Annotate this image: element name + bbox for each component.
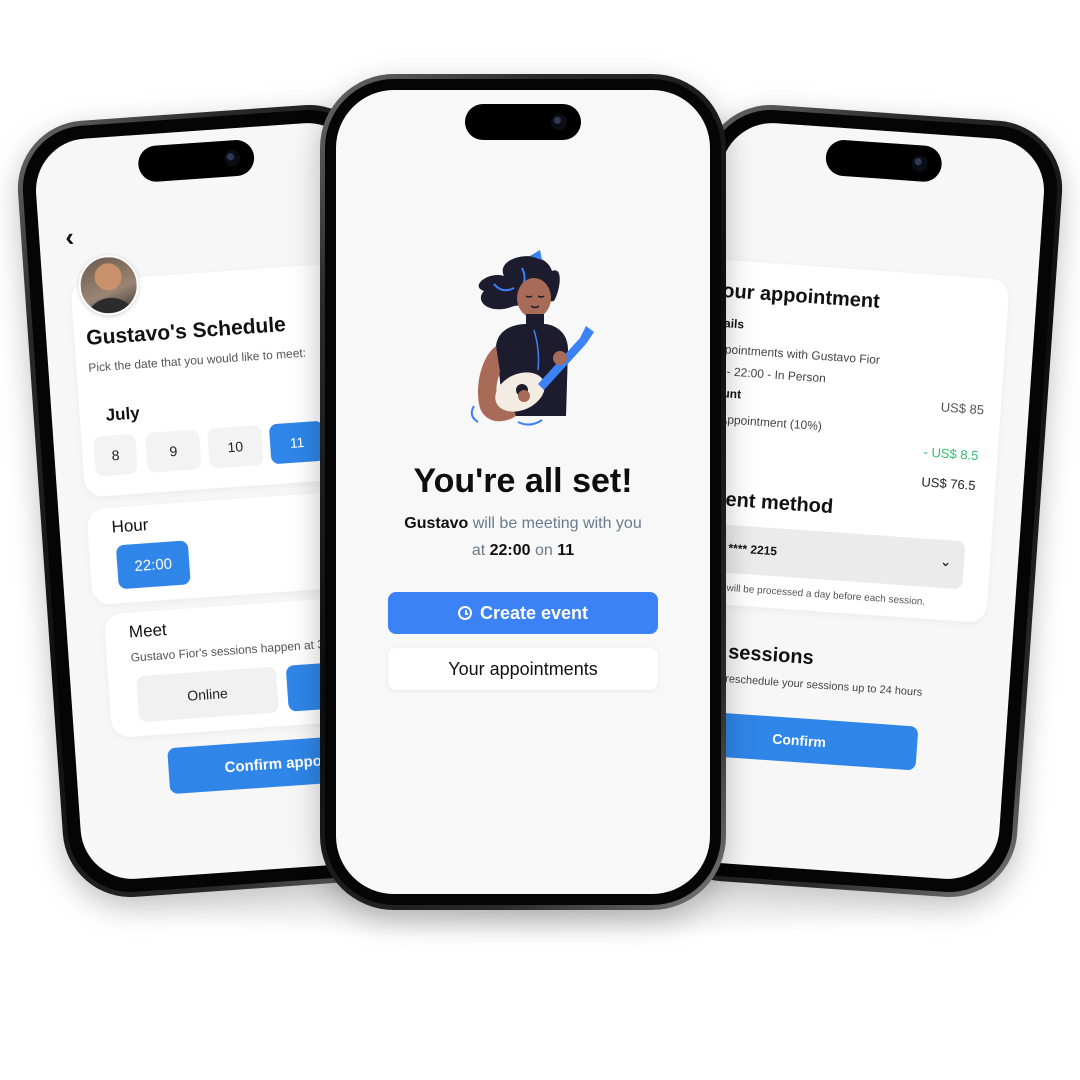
host-name: Gustavo (404, 515, 469, 532)
month-label: July (105, 403, 141, 425)
clock-icon (457, 606, 472, 620)
meet-label: Meet (128, 620, 168, 642)
sessions-note: cel or reschedule your sessions up to 24… (694, 670, 923, 699)
day-9[interactable]: 9 (145, 429, 202, 473)
online-option[interactable]: Online (136, 666, 279, 723)
back-button[interactable]: ‹ (64, 222, 75, 254)
hour-label: Hour (110, 515, 149, 537)
your-appointments-button[interactable]: Your appointments (388, 648, 658, 690)
hour-chip[interactable]: 22:00 (115, 540, 191, 590)
meeting-day: 11 (557, 542, 575, 559)
day-10[interactable]: 10 (206, 424, 264, 469)
confirmation-message: Gustavo will be meeting with you at 22:0… (336, 510, 710, 564)
dynamic-island (465, 104, 581, 140)
dynamic-island (137, 138, 256, 183)
dynamic-island (824, 138, 943, 183)
confirmation-screen: You're all set! Gustavo will be meeting … (336, 90, 710, 894)
chevron-left-icon: ‹ (64, 221, 75, 253)
day-11[interactable]: 11 (268, 420, 326, 465)
create-event-button[interactable]: Create event (388, 592, 658, 634)
page-title: You're all set! (413, 462, 633, 500)
message-on: on (535, 542, 553, 559)
chevron-down-icon: ⌄ (939, 552, 953, 570)
message-text: will be meeting with you (472, 515, 642, 532)
message-at: at (471, 542, 486, 559)
create-event-label: Create event (479, 602, 589, 623)
appointment-screen: our appointment tails ppointments with G… (672, 119, 1048, 883)
card-number: **** 2215 (727, 540, 778, 559)
price-value: US$ 85 (940, 399, 985, 418)
day-8[interactable]: 8 (93, 433, 138, 477)
guitar-player-illustration (470, 250, 594, 426)
meeting-time: 22:00 (489, 542, 531, 559)
confirmation-phone: You're all set! Gustavo will be meeting … (320, 74, 726, 910)
